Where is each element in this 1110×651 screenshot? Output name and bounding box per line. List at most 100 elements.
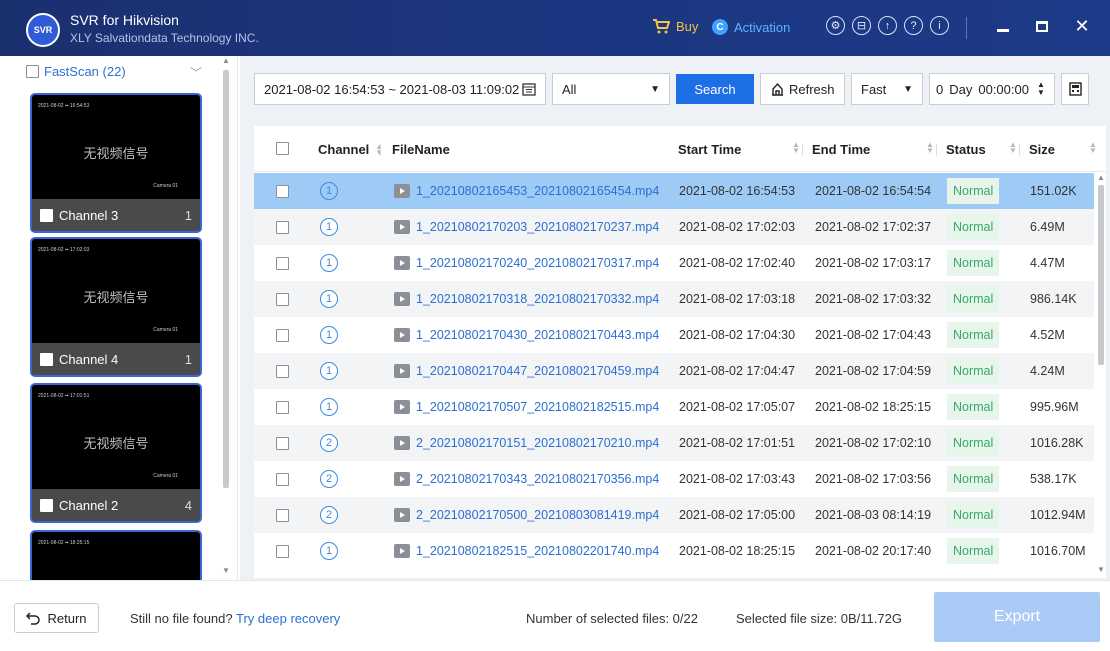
sidebar-scrollbar[interactable]: ▲ ▼: [220, 56, 232, 580]
fastscan-group[interactable]: FastScan (22): [26, 64, 126, 79]
scroll-up-icon[interactable]: ▲: [1097, 173, 1105, 182]
table-row[interactable]: 1 1_20210802170430_20210802170443.mp4 2021…: [254, 317, 1094, 353]
sidebar-scroll-thumb[interactable]: [223, 70, 229, 488]
buy-button[interactable]: Buy: [652, 19, 698, 34]
file-name-link[interactable]: 1_20210802170318_20210802170332.mp4: [416, 292, 659, 306]
sort-icon[interactable]: ▲ ▼: [926, 141, 934, 155]
return-button[interactable]: Return: [14, 603, 99, 633]
save-icon[interactable]: ⊟: [852, 16, 871, 35]
day-value[interactable]: 0: [936, 82, 943, 97]
sort-icon[interactable]: ▲ ▼: [1089, 141, 1097, 155]
column-header-status[interactable]: Status: [946, 142, 986, 157]
file-name-link[interactable]: 1_20210802170507_20210802182515.mp4: [416, 400, 659, 414]
file-name-link[interactable]: 2_20210802170500_20210803081419.mp4: [416, 508, 659, 522]
export-label: Export: [993, 608, 1041, 625]
table-row[interactable]: 1 1_20210802170318_20210802170332.mp4 2021…: [254, 281, 1094, 317]
close-button[interactable]: ✕: [1070, 14, 1094, 38]
row-checkbox[interactable]: [276, 184, 289, 198]
select-all-checkbox[interactable]: [276, 142, 289, 155]
sort-icon[interactable]: ▲ ▼: [1009, 141, 1017, 155]
app-subtitle: XLY Salvationdata Technology INC.: [70, 31, 259, 45]
row-cell-end-time: 2021-08-02 17:03:56: [815, 461, 931, 497]
upload-icon[interactable]: ↑: [878, 16, 897, 35]
table-row[interactable]: 1 1_20210802170203_20210802170237.mp4 2021…: [254, 209, 1094, 245]
channel-card[interactable]: 2021-08-02 ▪▪ 16:54:53 无视频信号 Camera 01 C…: [30, 93, 202, 233]
export-button[interactable]: Export: [934, 592, 1100, 642]
channel-card[interactable]: 2021-08-02 ▪▪ 17:02:03 无视频信号 Camera 01 C…: [30, 237, 202, 377]
start-time: 2021-08-02 17:05:07: [679, 400, 796, 414]
sort-icon[interactable]: ▲ ▼: [792, 141, 800, 155]
fastscan-checkbox[interactable]: [26, 65, 39, 78]
time-value[interactable]: 00:00:00: [978, 82, 1029, 97]
date-range-picker[interactable]: 2021-08-02 16:54:53 ~ 2021-08-03 11:09:0…: [254, 73, 546, 105]
column-header-size[interactable]: Size: [1029, 142, 1055, 157]
row-checkbox[interactable]: [276, 472, 289, 486]
status-badge: Normal: [947, 250, 1000, 276]
time-offset-stepper[interactable]: 0 Day 00:00:00 ▲ ▼: [929, 73, 1055, 105]
maximize-button[interactable]: [1030, 14, 1054, 38]
row-checkbox[interactable]: [276, 364, 289, 378]
table-row[interactable]: 1 1_20210802170447_20210802170459.mp4 2021…: [254, 353, 1094, 389]
app-title: SVR for Hikvision: [70, 12, 179, 28]
row-checkbox[interactable]: [276, 328, 289, 342]
row-cell-size: 151.02K: [1030, 173, 1077, 209]
search-button[interactable]: Search: [676, 74, 754, 104]
table-row[interactable]: 1 1_20210802170240_20210802170317.mp4 2021…: [254, 245, 1094, 281]
minimize-button[interactable]: [991, 14, 1015, 38]
file-name-link[interactable]: 1_20210802165453_20210802165454.mp4: [416, 184, 659, 198]
row-cell-start-time: 2021-08-02 16:54:53: [679, 173, 795, 209]
file-name-link[interactable]: 1_20210802170447_20210802170459.mp4: [416, 364, 659, 378]
table-scrollbar[interactable]: ▲ ▼: [1096, 173, 1106, 578]
column-header-end-time[interactable]: End Time: [812, 142, 870, 157]
table-row[interactable]: 1 1_20210802170507_20210802182515.mp4 2021…: [254, 389, 1094, 425]
row-checkbox[interactable]: [276, 220, 289, 234]
file-name-link[interactable]: 2_20210802170151_20210802170210.mp4: [416, 436, 659, 450]
table-row[interactable]: 2 2_20210802170343_20210802170356.mp4 2021…: [254, 461, 1094, 497]
thumb-timestamp: 2021-08-02 ▪▪ 17:01:51: [38, 393, 90, 399]
file-name-link[interactable]: 1_20210802170240_20210802170317.mp4: [416, 256, 659, 270]
refresh-button[interactable]: Refresh: [760, 73, 845, 105]
table-row[interactable]: 2 2_20210802170151_20210802170210.mp4 2021…: [254, 425, 1094, 461]
row-cell-channel: 2: [320, 425, 338, 461]
file-name-link[interactable]: 1_20210802170203_20210802170237.mp4: [416, 220, 659, 234]
info-icon[interactable]: i: [930, 16, 949, 35]
table-row[interactable]: 1 1_20210802182515_20210802201740.mp4 2021…: [254, 533, 1094, 569]
column-divider: [380, 144, 381, 156]
column-divider: [936, 144, 937, 156]
column-header-filename[interactable]: FileName: [392, 142, 450, 157]
file-name-link[interactable]: 1_20210802182515_20210802201740.mp4: [416, 544, 659, 558]
type-select[interactable]: All ▼: [552, 73, 670, 105]
table-scroll-thumb[interactable]: [1098, 185, 1104, 365]
calculator-button[interactable]: [1061, 73, 1089, 105]
chevron-down-icon[interactable]: ﹀: [190, 64, 202, 81]
channel-card[interactable]: 2021-08-02 ▪▪ 17:01:51 无视频信号 Camera 01 C…: [30, 383, 202, 523]
scroll-up-icon[interactable]: ▲: [222, 56, 230, 65]
stepper-arrows-icon[interactable]: ▲ ▼: [1037, 81, 1045, 97]
row-checkbox[interactable]: [276, 544, 289, 558]
channel-checkbox[interactable]: [40, 498, 53, 512]
row-checkbox[interactable]: [276, 508, 289, 522]
row-checkbox[interactable]: [276, 292, 289, 306]
column-header-start-time[interactable]: Start Time: [678, 142, 741, 157]
file-name-link[interactable]: 1_20210802170430_20210802170443.mp4: [416, 328, 659, 342]
table-row[interactable]: 1 1_20210802165453_20210802165454.mp4 2021…: [254, 173, 1094, 209]
table-row[interactable]: 2 2_20210802170500_20210803081419.mp4 2021…: [254, 497, 1094, 533]
channel-number-badge: 1: [320, 254, 338, 272]
speed-select[interactable]: Fast ▼: [851, 73, 923, 105]
channel-checkbox[interactable]: [40, 352, 53, 366]
column-header-channel[interactable]: Channel ▲▼: [318, 142, 383, 157]
row-checkbox[interactable]: [276, 256, 289, 270]
activation-button[interactable]: C Activation: [712, 19, 790, 35]
row-checkbox[interactable]: [276, 400, 289, 414]
file-name-link[interactable]: 2_20210802170343_20210802170356.mp4: [416, 472, 659, 486]
deep-recovery-link[interactable]: Try deep recovery: [236, 611, 340, 626]
help-icon[interactable]: ?: [904, 16, 923, 35]
channel-count: 4: [184, 497, 192, 513]
row-checkbox[interactable]: [276, 436, 289, 450]
channel-card[interactable]: 2021-08-02 ▪▪ 18:25:15: [30, 530, 202, 580]
channel-checkbox[interactable]: [40, 208, 53, 222]
scroll-down-icon[interactable]: ▼: [1097, 565, 1105, 574]
video-file-icon: [394, 220, 410, 234]
scroll-down-icon[interactable]: ▼: [222, 566, 230, 575]
settings-icon[interactable]: ⚙: [826, 16, 845, 35]
